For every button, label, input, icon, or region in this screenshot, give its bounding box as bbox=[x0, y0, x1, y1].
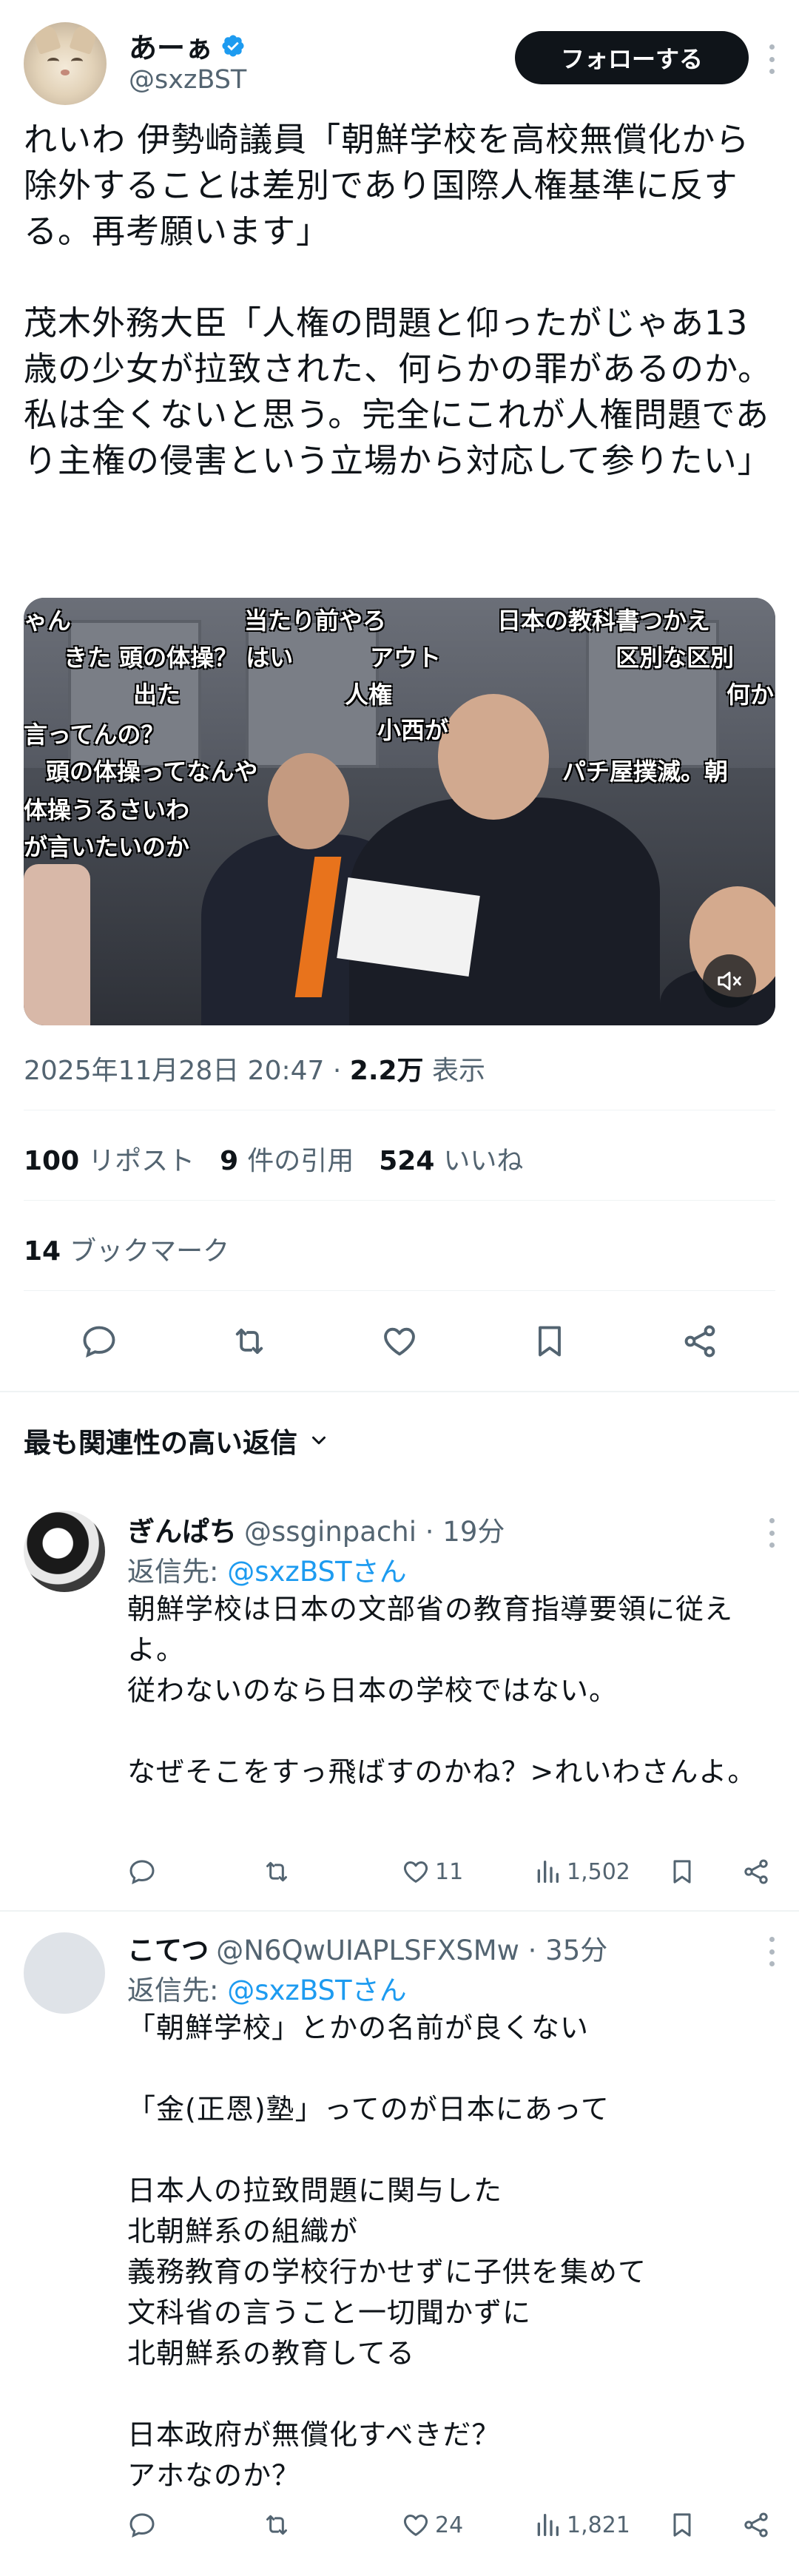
video-comment: 区別な区別 bbox=[616, 644, 735, 672]
more-options-icon[interactable] bbox=[768, 44, 775, 74]
share-button[interactable] bbox=[678, 1319, 722, 1363]
follow-button[interactable]: フォローする bbox=[515, 31, 749, 84]
reply-text: 朝鮮学校は日本の文部省の教育指導要領に従えよ。 従わないのなら日本の学校ではない… bbox=[127, 1593, 757, 1788]
views-count: 1,502 bbox=[567, 1858, 630, 1885]
tweet-meta: 2025年11月28日 20:47 · 2.2万 表示 bbox=[24, 1056, 486, 1086]
video-comment: 出た bbox=[133, 681, 181, 709]
engagement-stats: 100 リポスト 9 件の引用 524 いいね bbox=[24, 1139, 523, 1178]
author-name[interactable]: あーぁ bbox=[129, 25, 246, 66]
tweet-header: あーぁ @sxzBST フォローする bbox=[24, 22, 775, 108]
reply-to: 返信先: @sxzBSTさん bbox=[127, 1975, 407, 2006]
video-comment: 体操うるさいわ bbox=[24, 796, 190, 824]
share-button[interactable] bbox=[741, 2506, 771, 2543]
reply-item[interactable]: ぎんぱち @ssginpachi · 19分 返信先: @sxzBSTさん 朝鮮学… bbox=[0, 1494, 799, 1909]
like-button[interactable]: 11 bbox=[401, 1853, 463, 1890]
video-comment: 言ってんの？ bbox=[24, 721, 165, 749]
reply-item[interactable]: こてつ @N6QwUIAPLSFXSMw · 35分 返信先: @sxzBSTさん… bbox=[0, 1912, 799, 2576]
reply-text: 「朝鮮学校」とかの名前が良くない 「金(正恩)塾」ってのが日本にあって 日本人の… bbox=[127, 2012, 647, 2492]
views-count: 1,821 bbox=[567, 2512, 630, 2538]
repost-button[interactable] bbox=[227, 1319, 272, 1363]
views-count: 2.2万 bbox=[349, 1056, 424, 1086]
reply-icon bbox=[83, 1326, 115, 1358]
reply-action-bar: 24 1,821 bbox=[127, 2506, 775, 2543]
reply-header: ぎんぱち @ssginpachi · 19分 bbox=[127, 1509, 505, 1549]
share-icon bbox=[744, 2512, 768, 2538]
like-count: 24 bbox=[435, 2512, 464, 2538]
repost-icon bbox=[266, 1861, 287, 1882]
more-options-icon[interactable] bbox=[768, 1937, 775, 1966]
heart-icon bbox=[403, 1861, 428, 1883]
video-comment: 小西が bbox=[377, 716, 449, 744]
volume-mute-icon bbox=[718, 971, 741, 991]
bookmark-icon bbox=[673, 2513, 691, 2537]
reply-button[interactable] bbox=[127, 1853, 157, 1890]
reply-header: こてつ @N6QwUIAPLSFXSMw · 35分 bbox=[127, 1928, 607, 1968]
video-comment: が言いたいのか bbox=[24, 833, 190, 861]
heart-icon bbox=[384, 1327, 415, 1356]
bookmark-icon bbox=[539, 1326, 562, 1357]
reply-sort-label: 最も関連性の高い返信 bbox=[24, 1427, 297, 1459]
bookmark-button[interactable] bbox=[667, 1853, 697, 1890]
share-icon bbox=[684, 1325, 715, 1358]
repost-icon bbox=[266, 2515, 287, 2535]
repost-button[interactable] bbox=[262, 2506, 291, 2543]
share-button[interactable] bbox=[741, 1853, 771, 1890]
author-handle[interactable]: @sxzBST bbox=[129, 65, 246, 95]
reply-button[interactable] bbox=[127, 2506, 157, 2543]
tweet-video[interactable]: ゃん 当たり前やろ 日本の教科書つかえ きた 頭の体操？ はい アウト 区別な区… bbox=[24, 598, 775, 1025]
verified-badge-icon bbox=[222, 34, 244, 57]
reply-author-name[interactable]: ぎんぱち bbox=[127, 1516, 237, 1548]
video-comment: アウト bbox=[370, 644, 442, 672]
quotes-stat[interactable]: 9 件の引用 bbox=[220, 1139, 354, 1178]
video-comment: 日本の教科書つかえ bbox=[497, 607, 711, 635]
likes-stat[interactable]: 524 いいね bbox=[379, 1139, 523, 1178]
repost-icon bbox=[235, 1328, 263, 1355]
views-button[interactable]: 1,821 bbox=[533, 2506, 630, 2543]
repost-button[interactable] bbox=[262, 1853, 291, 1890]
reply-to: 返信先: @sxzBSTさん bbox=[127, 1556, 407, 1588]
reply-sort-selector[interactable]: 最も関連性の高い返信 bbox=[24, 1420, 330, 1460]
reply-button[interactable] bbox=[77, 1319, 121, 1363]
bookmark-button[interactable] bbox=[667, 2506, 697, 2543]
video-comment: きた 頭の体操？ はい bbox=[64, 644, 294, 672]
views-button[interactable]: 1,502 bbox=[533, 1853, 630, 1890]
tweet-action-bar bbox=[24, 1317, 775, 1366]
avatar[interactable] bbox=[24, 1511, 105, 1592]
share-icon bbox=[744, 1859, 768, 1884]
avatar[interactable] bbox=[24, 22, 107, 105]
video-comment: ゃん bbox=[24, 607, 72, 635]
heart-icon bbox=[403, 2515, 428, 2536]
bookmarks-stat[interactable]: 14 ブックマーク bbox=[24, 1230, 229, 1268]
reply-icon bbox=[129, 2513, 155, 2538]
video-comment: パチ屋撲滅。朝 bbox=[562, 758, 729, 786]
chevron-down-icon bbox=[312, 1436, 326, 1445]
reply-author-name[interactable]: こてつ bbox=[127, 1935, 209, 1966]
bookmark-button[interactable] bbox=[527, 1319, 572, 1363]
avatar[interactable] bbox=[24, 1932, 105, 2014]
like-count: 11 bbox=[435, 1858, 464, 1885]
video-comment: 何か bbox=[726, 681, 775, 709]
like-button[interactable] bbox=[377, 1319, 422, 1363]
like-button[interactable]: 24 bbox=[401, 2506, 463, 2543]
reply-handle-time[interactable]: @ssginpachi · 19分 bbox=[244, 1516, 505, 1548]
bookmark-icon bbox=[673, 1860, 691, 1884]
more-options-icon[interactable] bbox=[768, 1518, 775, 1548]
tweet-text: れいわ 伊勢崎議員「朝鮮学校を高校無償化から除外することは差別であり国際人権基準… bbox=[24, 120, 772, 480]
bar-chart-icon bbox=[537, 2514, 559, 2536]
reply-icon bbox=[129, 1860, 155, 1884]
author-display-name[interactable]: あーぁ bbox=[129, 25, 213, 66]
reply-to-link[interactable]: @sxzBSTさん bbox=[227, 1556, 406, 1588]
video-comment: 頭の体操ってなんや bbox=[46, 758, 258, 786]
video-comment: 人権 bbox=[345, 681, 393, 709]
reposts-stat[interactable]: 100 リポスト bbox=[24, 1139, 195, 1178]
reply-action-bar: 11 1,502 bbox=[127, 1853, 775, 1890]
mute-button[interactable] bbox=[703, 954, 756, 1008]
reply-to-link[interactable]: @sxzBSTさん bbox=[227, 1975, 406, 2006]
tweet-timestamp[interactable]: 2025年11月28日 20:47 bbox=[24, 1056, 324, 1086]
video-comment: 当たり前やろ bbox=[244, 607, 387, 635]
reply-handle-time[interactable]: @N6QwUIAPLSFXSMw · 35分 bbox=[216, 1935, 607, 1966]
views-label: 表示 bbox=[432, 1056, 486, 1086]
bar-chart-icon bbox=[537, 1861, 559, 1883]
